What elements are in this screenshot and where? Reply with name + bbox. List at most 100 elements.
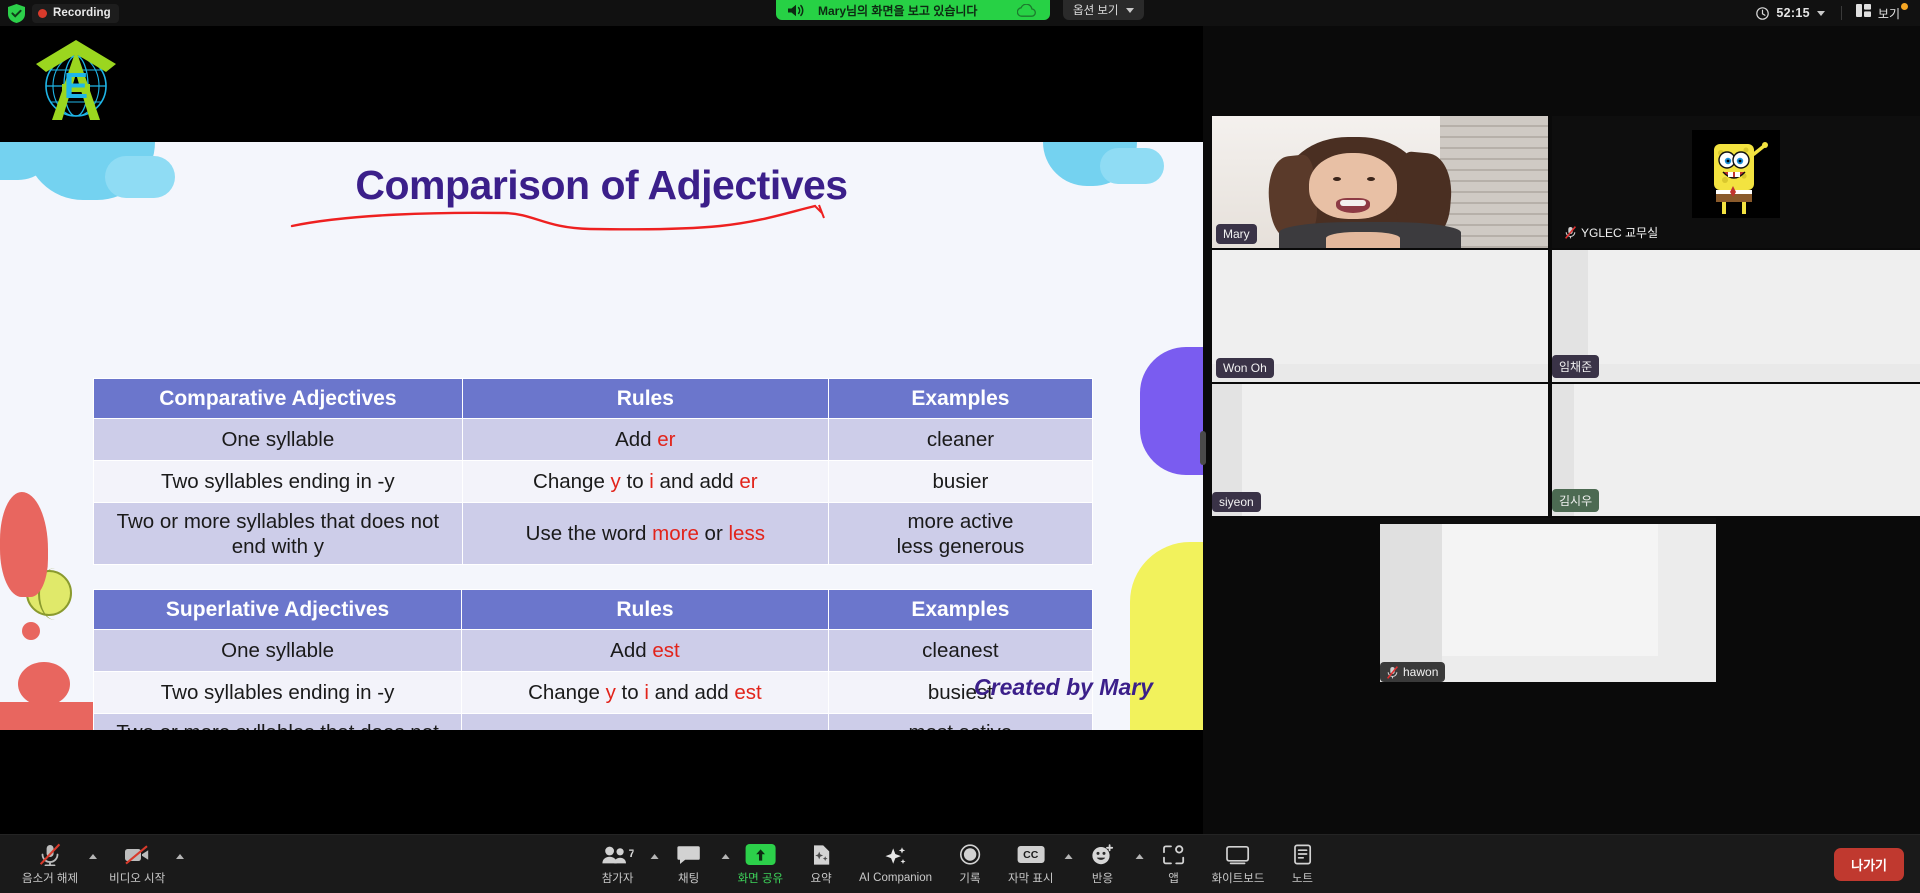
video-feed — [1212, 116, 1548, 248]
participant-name: siyeon — [1219, 495, 1254, 509]
whiteboard-label: 화이트보드 — [1211, 872, 1265, 885]
share-options-button[interactable]: 옵션 보기 — [1063, 0, 1144, 20]
ai-companion-button[interactable]: AI Companion — [851, 839, 940, 891]
apps-button[interactable]: 앱 — [1144, 839, 1204, 891]
cloud-icon — [1017, 3, 1037, 17]
participants-icon: 7 — [602, 844, 634, 866]
divider — [1840, 6, 1842, 20]
view-layout-button[interactable]: 보기 — [1846, 0, 1910, 26]
recording-label: Recording — [53, 7, 111, 19]
cell-rule: Use the word more or less — [461, 502, 829, 565]
participant-name: YGLEC 교무실 — [1581, 226, 1659, 240]
participants-label: 참가자 — [601, 872, 634, 885]
notification-dot-icon — [1901, 3, 1908, 10]
mic-muted-icon — [1386, 665, 1399, 679]
notes-button[interactable]: 노트 — [1272, 839, 1332, 891]
table-row: Two or more syllables that does not end … — [92, 713, 1094, 730]
presentation-slide: Comparison of Adjectives Comparative Adj… — [0, 142, 1203, 730]
reactions-caret-icon[interactable] — [1135, 854, 1144, 859]
toolbar-right-group: 나가기 — [1834, 835, 1904, 893]
chat-caret-icon[interactable] — [721, 854, 730, 859]
participant-name-badge: Mary — [1216, 224, 1257, 244]
participant-tile-siyeon[interactable]: siyeon — [1212, 384, 1548, 516]
cell-rule: Change y to i and add est — [461, 671, 829, 714]
cell-rule: Change y to i and add er — [461, 460, 829, 503]
chat-button[interactable]: 채팅 — [659, 839, 719, 891]
participant-name-badge: 임채준 — [1552, 355, 1600, 378]
record-icon — [959, 844, 981, 866]
table-header-row: Superlative Adjectives Rules Examples — [92, 589, 1094, 630]
chat-icon — [677, 844, 701, 866]
meeting-toolbar: 음소거 해제 비디오 시작 7 참가자 채팅 화면 공유 요약 AI Compa… — [0, 834, 1920, 893]
whiteboard-button[interactable]: 화이트보드 — [1204, 839, 1273, 891]
spongebob-avatar — [1692, 130, 1780, 219]
mute-toggle-button[interactable]: 음소거 해제 — [14, 839, 86, 891]
panel-resize-handle[interactable] — [1200, 431, 1206, 465]
column-header: Examples — [827, 589, 1094, 630]
captions-label: 자막 표시 — [1007, 872, 1054, 885]
cc-icon: CC — [1017, 844, 1045, 866]
participant-tile-imchaejun[interactable]: 임채준 — [1552, 250, 1920, 382]
participant-name: Won Oh — [1223, 361, 1267, 375]
participant-name-badge: hawon — [1380, 662, 1446, 682]
slide-footer-credit: Created by Mary — [974, 674, 1153, 700]
ai-companion-label: AI Companion — [859, 871, 932, 884]
annotation-underline — [290, 204, 830, 234]
summary-icon — [810, 844, 832, 866]
column-header: Rules — [461, 589, 829, 630]
column-header: Examples — [827, 378, 1094, 419]
slide-title: Comparison of Adjectives — [355, 162, 848, 208]
cell-adjective: Two or more syllables that does not end … — [93, 502, 463, 565]
participant-tile-mary[interactable]: Mary — [1212, 116, 1548, 248]
cell-example: cleaner — [827, 418, 1094, 461]
zoom-meeting-window: Recording Mary님의 화면을 보고 있습니다 옵션 보기 52:15 — [0, 0, 1920, 893]
column-header: Rules — [461, 378, 829, 419]
participant-tile-yglec[interactable]: YGLEC 교무실 — [1552, 116, 1920, 248]
reactions-button[interactable]: 반응 — [1073, 839, 1133, 891]
share-screen-button[interactable]: 화면 공유 — [730, 839, 792, 891]
table-row: Two syllables ending in -y Change y to i… — [92, 671, 1094, 714]
recording-indicator-group: Recording — [8, 3, 119, 23]
layout-icon — [1855, 4, 1871, 22]
video-label: 비디오 시작 — [109, 872, 166, 885]
mute-label: 음소거 해제 — [22, 872, 79, 885]
chevron-down-icon — [1816, 10, 1825, 16]
participants-caret-icon[interactable] — [650, 854, 659, 859]
yglec-globe-logo: E — [28, 34, 124, 124]
video-toggle-button[interactable]: 비디오 시작 — [101, 839, 173, 891]
toolbar-center-group: 7 참가자 채팅 화면 공유 요약 AI Companion 기록 CC 자막 … — [588, 835, 1333, 893]
svg-text:E: E — [64, 65, 88, 106]
participants-button[interactable]: 7 참가자 — [588, 839, 648, 891]
captions-caret-icon[interactable] — [1064, 854, 1073, 859]
record-dot-icon — [38, 8, 47, 18]
cell-adjective: Two or more syllables that does not end … — [92, 713, 463, 730]
clock-icon — [1756, 6, 1770, 20]
video-feed — [1552, 250, 1920, 382]
reactions-icon — [1091, 843, 1115, 866]
top-right-controls: 52:15 보기 — [1744, 0, 1910, 26]
record-button[interactable]: 기록 — [940, 839, 1000, 891]
participant-name: 임채준 — [1559, 360, 1593, 374]
participant-name-badge: siyeon — [1212, 492, 1261, 512]
participant-name-badge: Won Oh — [1216, 358, 1274, 378]
summary-button[interactable]: 요약 — [791, 839, 851, 891]
video-options-caret-icon[interactable] — [176, 854, 185, 859]
share-banner-text: Mary님의 화면을 보고 있습니다 — [818, 3, 978, 18]
participant-tile-won-oh[interactable]: Won Oh — [1212, 250, 1548, 382]
participant-tile-hawon[interactable]: hawon — [1380, 518, 1716, 682]
participant-tile-kimsiwoo[interactable]: 김시우 — [1552, 384, 1920, 516]
leave-meeting-button[interactable]: 나가기 — [1834, 848, 1904, 881]
top-bar: Recording Mary님의 화면을 보고 있습니다 옵션 보기 52:15 — [0, 0, 1920, 26]
captions-button[interactable]: CC 자막 표시 — [1000, 839, 1062, 891]
table-row: Two syllables ending in -y Change y to i… — [93, 460, 1094, 503]
mic-options-caret-icon[interactable] — [89, 854, 98, 859]
cell-adjective: Two syllables ending in -y — [93, 460, 463, 503]
recording-badge[interactable]: Recording — [32, 3, 119, 23]
screen-share-banner: Mary님의 화면을 보고 있습니다 — [776, 0, 1051, 20]
apps-icon — [1163, 844, 1185, 866]
meeting-timer[interactable]: 52:15 — [1744, 0, 1836, 26]
table-header-row: Comparative Adjectives Rules Examples — [93, 378, 1094, 419]
participant-name-badge: YGLEC 교무실 — [1558, 221, 1665, 244]
cell-example: cleanest — [827, 629, 1094, 672]
cell-example: most activeleast generous — [827, 713, 1094, 730]
